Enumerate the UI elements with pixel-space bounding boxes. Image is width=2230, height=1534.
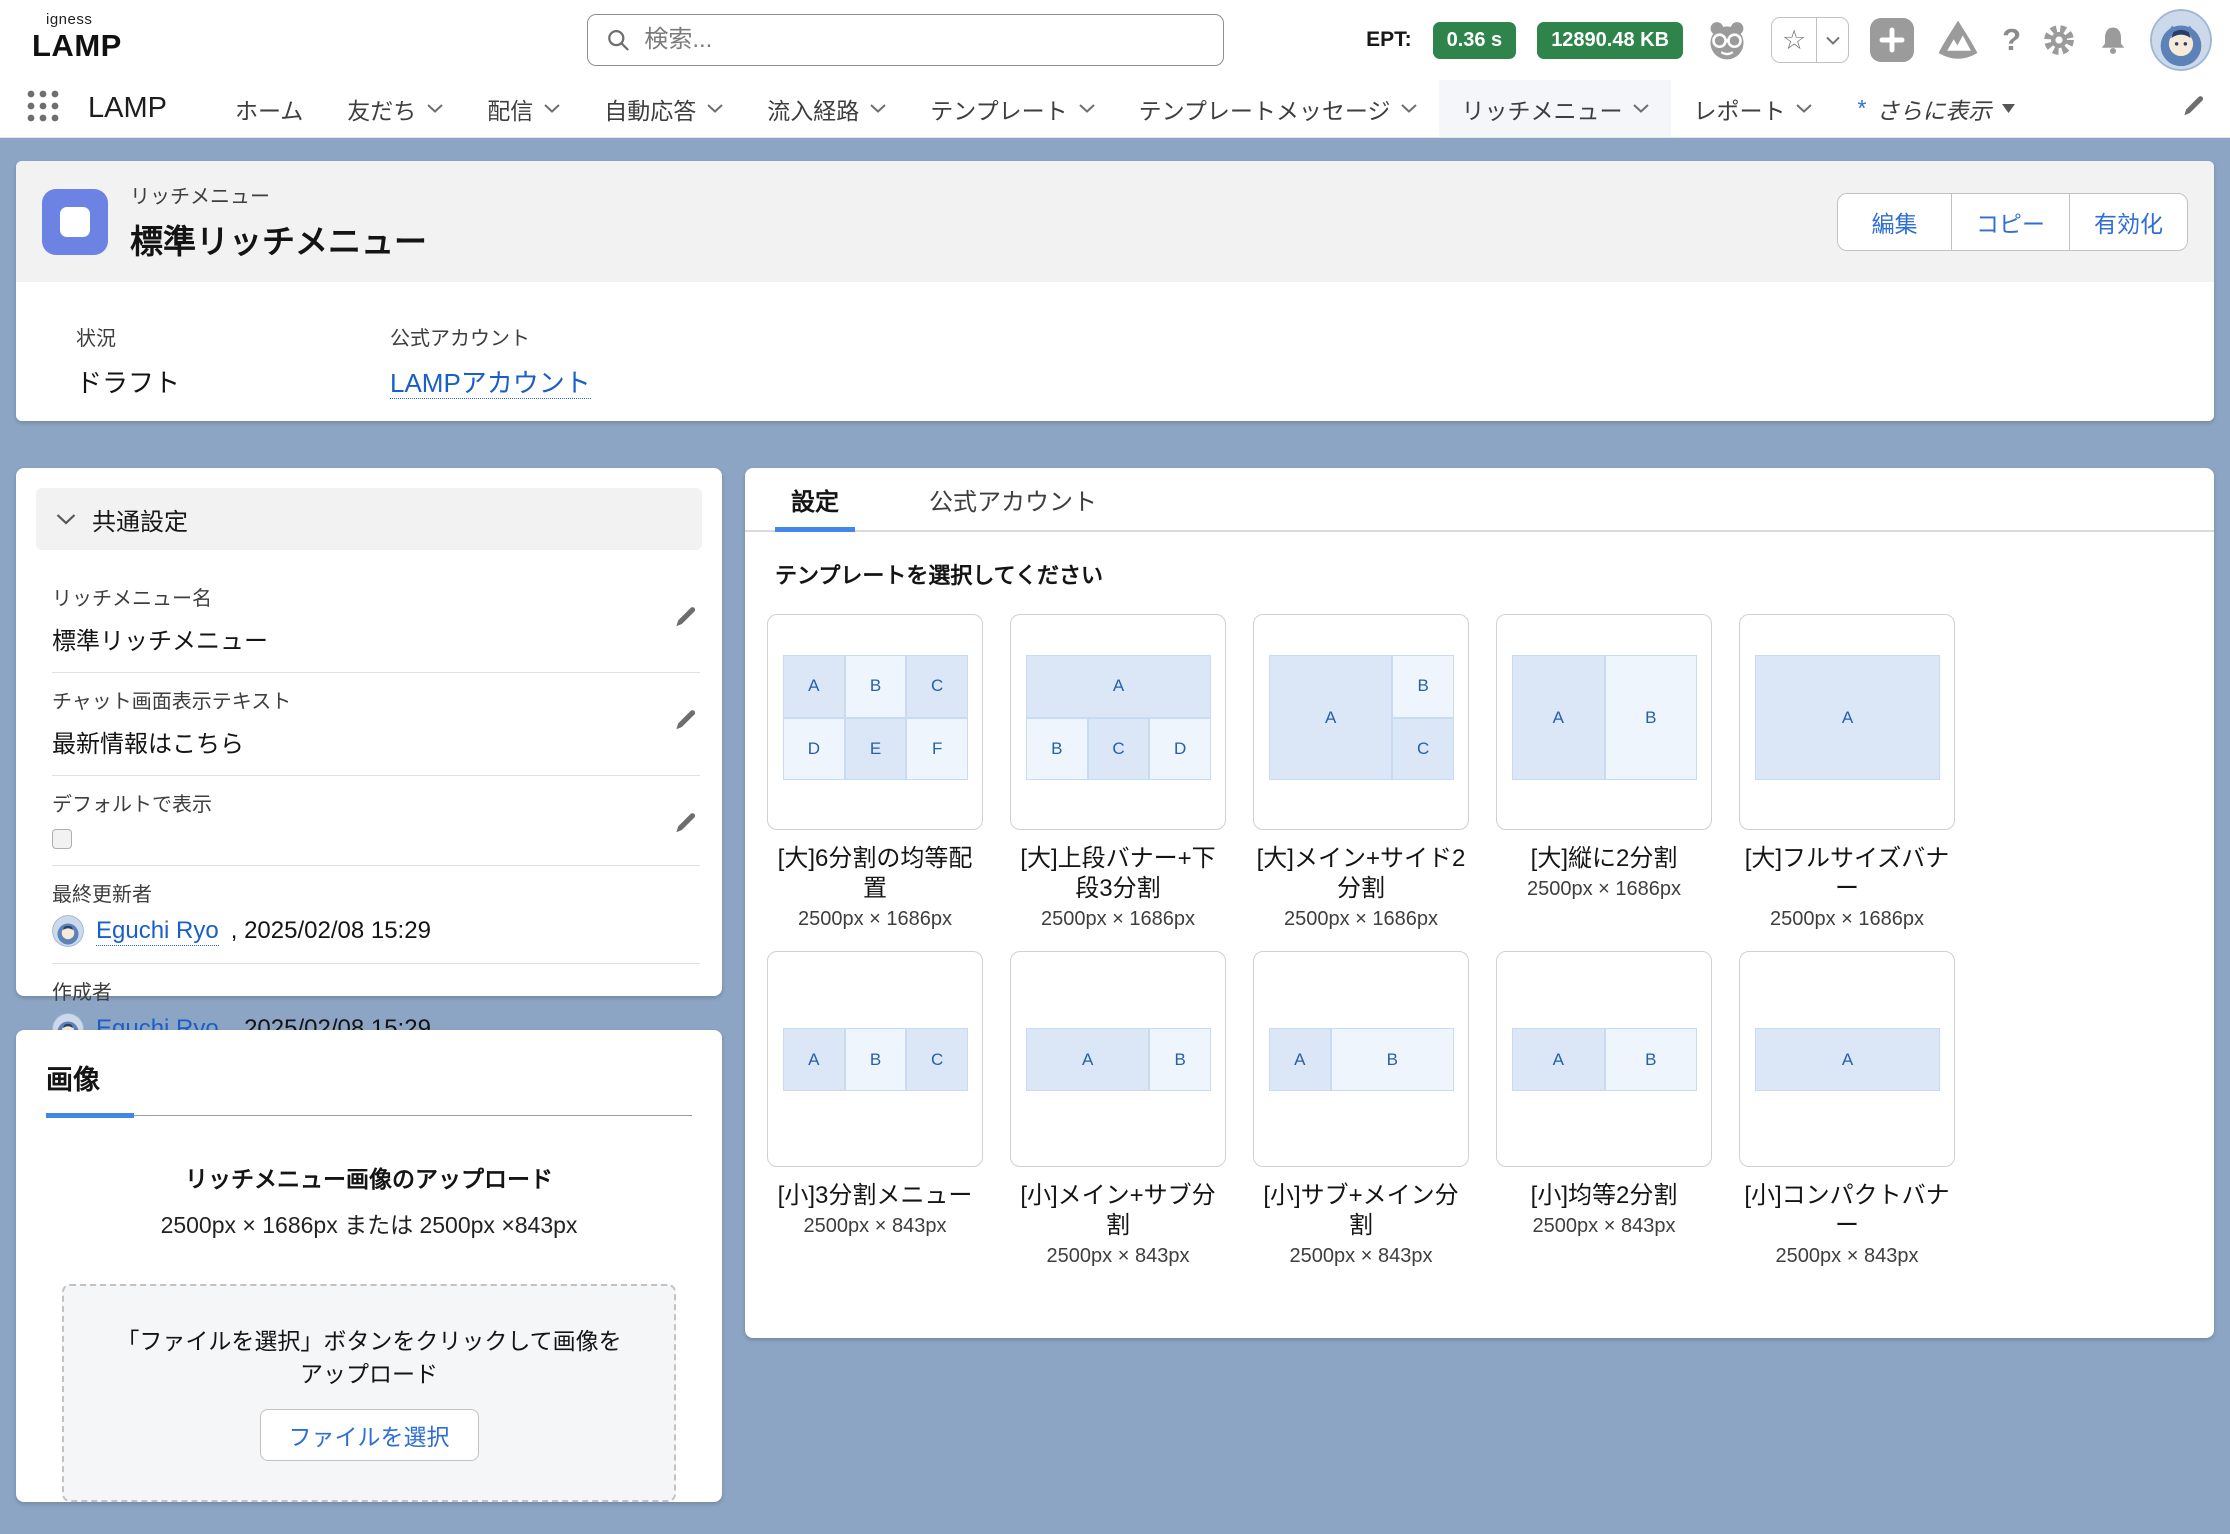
logo-main-text: LAMP	[32, 30, 122, 61]
last-modified-datetime: , 2025/02/08 15:29	[231, 917, 431, 945]
chevron-down-icon	[1401, 104, 1417, 113]
help-icon[interactable]: ?	[2002, 22, 2021, 58]
nav-app-name: LAMP	[88, 92, 167, 125]
choose-file-button[interactable]: ファイルを選択	[260, 1409, 479, 1461]
template-option-small-3split[interactable]: A B C [小]3分割メニュー 2500px × 843px	[767, 951, 983, 1268]
common-settings-title: 共通設定	[92, 502, 188, 537]
nav-tab-template[interactable]: テンプレート	[908, 80, 1116, 137]
common-settings-header[interactable]: 共通設定	[36, 488, 702, 550]
activate-button[interactable]: 有効化	[2069, 193, 2188, 251]
favorites-star-button[interactable]: ☆	[1772, 18, 1816, 62]
chevron-down-icon	[1796, 104, 1812, 113]
nav-tab-rich-menu[interactable]: リッチメニュー	[1439, 80, 1671, 137]
tab-official-account[interactable]: 公式アカウント	[913, 468, 1113, 530]
setup-gear-icon[interactable]	[2042, 23, 2076, 57]
last-modified-by-link[interactable]: Eguchi Ryo	[96, 917, 219, 946]
upload-size-hint: 2500px × 1686px または 2500px ×843px	[46, 1206, 692, 1240]
template-option-large-6split[interactable]: A B C D E F [大]6分割の均等配置 2500px × 1686px	[767, 614, 983, 931]
add-icon[interactable]	[1870, 18, 1914, 62]
nav-tab-inflow-route[interactable]: 流入経路	[745, 80, 908, 137]
official-account-link[interactable]: LAMPアカウント	[390, 368, 591, 399]
rich-menu-object-icon	[42, 189, 108, 255]
nav-tab-friends[interactable]: 友だち	[325, 80, 465, 137]
edit-pencil-icon[interactable]	[672, 707, 698, 738]
template-grid: A B C D E F [大]6分割の均等配置 2500px × 1686px …	[767, 614, 2214, 1268]
unsaved-asterisk: *	[1856, 95, 1865, 122]
favorites-caret-button[interactable]	[1816, 18, 1848, 62]
template-option-large-banner-3split[interactable]: A B C D [大]上段バナー+下段3分割 2500px × 1686px	[1010, 614, 1226, 931]
template-option-large-main-side2[interactable]: A B C [大]メイン+サイド2分割 2500px × 1686px	[1253, 614, 1469, 931]
template-option-small-equal2[interactable]: A B [小]均等2分割 2500px × 843px	[1496, 951, 1712, 1268]
edit-button[interactable]: 編集	[1837, 193, 1951, 251]
template-panel-tabs: 設定 公式アカウント	[745, 468, 2214, 532]
edit-pencil-icon[interactable]	[672, 810, 698, 841]
template-option-small-compact-banner[interactable]: A [小]コンパクトバナー 2500px × 843px	[1739, 951, 1955, 1268]
app-nav-bar: LAMP ホーム 友だち 配信 自動応答 流入経路 テンプレート テンプレートメ…	[0, 80, 2230, 138]
official-account-label: 公式アカウント	[390, 322, 591, 351]
einstein-bear-icon[interactable]	[1704, 17, 1750, 63]
record-action-group: 編集 コピー 有効化	[1837, 193, 2188, 251]
logo-top-text: igness	[46, 12, 122, 27]
search-input[interactable]	[644, 26, 1205, 54]
global-search[interactable]	[587, 14, 1224, 66]
ept-time-badge: 0.36 s	[1433, 22, 1517, 59]
edit-pencil-icon[interactable]	[672, 604, 698, 635]
nav-tab-auto-response[interactable]: 自動応答	[582, 80, 745, 137]
ept-label: EPT:	[1366, 28, 1412, 52]
image-title-underline	[46, 1113, 692, 1118]
record-title: 標準リッチメニュー	[130, 215, 427, 263]
status-label: 状況	[76, 322, 180, 351]
template-panel: 設定 公式アカウント テンプレートを選択してください A B C D E F […	[745, 468, 2214, 1338]
image-dropzone[interactable]: 「ファイルを選択」ボタンをクリックして画像をアップロード ファイルを選択	[62, 1284, 676, 1502]
chevron-down-icon	[1079, 104, 1095, 113]
chevron-down-icon	[56, 514, 76, 525]
user-avatar[interactable]	[2150, 9, 2212, 71]
chevron-down-icon	[544, 104, 560, 113]
field-rich-menu-name: リッチメニュー名 標準リッチメニュー	[52, 570, 700, 673]
template-option-large-vertical2[interactable]: A B [大]縦に2分割 2500px × 1686px	[1496, 614, 1712, 931]
chevron-down-icon	[707, 104, 723, 113]
nav-edit-pencil-icon[interactable]	[2180, 93, 2206, 124]
template-option-small-main-sub[interactable]: A B [小]メイン+サブ分割 2500px × 843px	[1010, 951, 1226, 1268]
nav-tab-report[interactable]: レポート	[1671, 80, 1834, 137]
nav-more-tabs[interactable]: * さらに表示	[1834, 80, 2037, 137]
chevron-down-icon	[427, 104, 443, 113]
search-icon	[606, 27, 630, 53]
favorites-control: ☆	[1771, 17, 1849, 63]
app-logo: igness LAMP	[32, 12, 122, 61]
template-option-large-full-banner[interactable]: A [大]フルサイズバナー 2500px × 1686px	[1739, 614, 1955, 931]
caret-down-icon	[2002, 104, 2015, 113]
field-last-modified-by: 最終更新者 Eguchi Ryo , 2025/02/08 15:29	[52, 866, 700, 964]
tab-settings[interactable]: 設定	[775, 468, 855, 530]
app-launcher-waffle-icon[interactable]	[24, 87, 62, 130]
nav-tab-delivery[interactable]: 配信	[465, 80, 582, 137]
record-header-card: リッチメニュー 標準リッチメニュー 編集 コピー 有効化 状況 ドラフト 公式ア…	[16, 161, 2214, 421]
trailhead-icon[interactable]	[1935, 17, 1981, 63]
copy-button[interactable]: コピー	[1951, 193, 2069, 251]
default-display-checkbox[interactable]	[52, 829, 72, 849]
user-avatar	[52, 915, 84, 947]
status-value: ドラフト	[76, 363, 180, 400]
dropzone-instruction: 「ファイルを選択」ボタンをクリックして画像をアップロード	[107, 1325, 632, 1392]
global-header: igness LAMP EPT: 0.36 s 12890.48 KB ☆	[0, 0, 2230, 80]
common-settings-card: 共通設定 リッチメニュー名 標準リッチメニュー チャット画面表示テキスト 最新情…	[16, 468, 722, 996]
template-option-small-sub-main[interactable]: A B [小]サブ+メイン分割 2500px × 843px	[1253, 951, 1469, 1268]
image-section-title: 画像	[46, 1058, 692, 1097]
image-card: 画像 リッチメニュー画像のアップロード 2500px × 1686px または …	[16, 1030, 722, 1502]
nav-tab-template-message[interactable]: テンプレートメッセージ	[1117, 80, 1440, 137]
notifications-bell-icon[interactable]	[2097, 24, 2129, 56]
template-select-heading: テンプレートを選択してください	[775, 558, 2214, 590]
record-header-top: リッチメニュー 標準リッチメニュー 編集 コピー 有効化	[16, 161, 2214, 282]
chevron-down-icon	[1633, 104, 1649, 113]
nav-tab-home[interactable]: ホーム	[213, 80, 325, 137]
chevron-down-icon	[870, 104, 886, 113]
field-default-display: デフォルトで表示	[52, 776, 700, 866]
record-entity-label: リッチメニュー	[130, 180, 427, 209]
record-highlights: 状況 ドラフト 公式アカウント LAMPアカウント	[16, 282, 2214, 421]
field-chat-bar-text: チャット画面表示テキスト 最新情報はこちら	[52, 673, 700, 776]
ept-size-badge: 12890.48 KB	[1537, 22, 1683, 59]
upload-title: リッチメニュー画像のアップロード	[46, 1160, 692, 1194]
